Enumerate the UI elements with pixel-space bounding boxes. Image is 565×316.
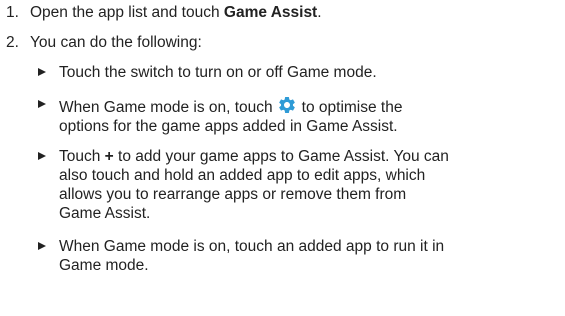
bullet-text-line2: options for the game apps added in Game … xyxy=(59,118,398,135)
step-1-text: Open the app list and touch xyxy=(30,4,224,21)
bullet-triangle-icon xyxy=(38,100,46,108)
gear-icon xyxy=(277,95,297,115)
step-1-period: . xyxy=(317,4,322,21)
bullet-text-line1-after: to optimise the xyxy=(301,99,403,116)
step-number: 2. xyxy=(6,34,19,51)
plus-symbol: + xyxy=(104,148,114,165)
step-number: 1. xyxy=(6,4,19,21)
bullet-text: Touch + to add your game apps to Game As… xyxy=(59,147,558,223)
bullet-text-line: Game Assist. xyxy=(59,205,151,222)
bullet-text-line: Game mode. xyxy=(59,257,149,274)
bullet-text-line: allows you to rearrange apps or remove t… xyxy=(59,186,407,203)
bullet-optimise-options: When Game mode is on, touch to optimise t… xyxy=(38,95,558,136)
step-1: 1. Open the app list and touch Game Assis… xyxy=(6,3,322,22)
step-2-text: You can do the following: xyxy=(30,34,202,51)
bullet-text: When Game mode is on, touch to optimise t… xyxy=(59,95,558,136)
bullet-text-line: When Game mode is on, touch an added app… xyxy=(59,238,445,255)
bullet-text: When Game mode is on, touch an added app… xyxy=(59,237,558,275)
game-assist-label: Game Assist xyxy=(223,4,318,21)
bullet-triangle-icon xyxy=(38,68,46,76)
bullet-run-app: When Game mode is on, touch an added app… xyxy=(38,237,558,275)
bullet-text: Touch the switch to turn on or off Game … xyxy=(59,64,377,81)
bullet-text-line1-before: When Game mode is on, touch xyxy=(59,99,273,116)
bullet-add-game-apps: Touch + to add your game apps to Game As… xyxy=(38,147,558,223)
bullet-triangle-icon xyxy=(38,152,46,160)
bullet-text-line: also touch and hold an added app to edit… xyxy=(59,167,426,184)
bullet-toggle-game-mode: Touch the switch to turn on or off Game … xyxy=(38,63,558,82)
bullet-triangle-icon xyxy=(38,242,46,250)
step-2: 2. You can do the following: xyxy=(6,33,202,52)
bullet-text-line: Touch + to add your game apps to Game As… xyxy=(59,148,449,165)
